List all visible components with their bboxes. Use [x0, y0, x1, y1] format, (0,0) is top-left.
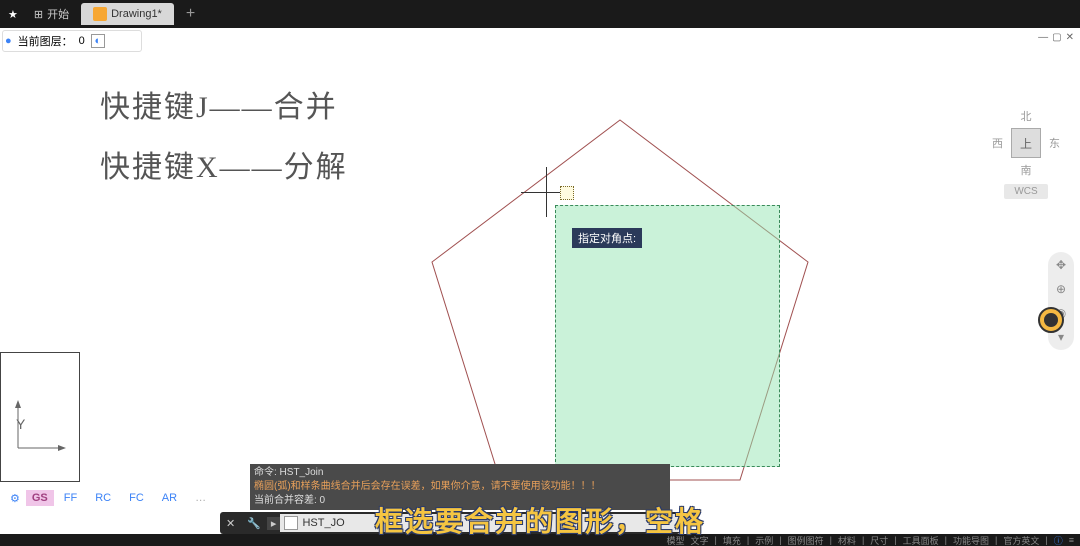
view-cube[interactable]: 北 西 上 东 南 WCS	[992, 108, 1060, 199]
cmd-expand-icon[interactable]: ▸	[267, 517, 281, 530]
pan-icon[interactable]: ✥	[1056, 258, 1066, 272]
pick-cursor-icon	[560, 186, 574, 200]
status-item-3[interactable]: 图例图符	[788, 534, 824, 546]
tab-ff[interactable]: FF	[56, 490, 85, 506]
status-item-8[interactable]: 官方英文	[1003, 534, 1039, 546]
cmd-dropdown-icon[interactable]	[284, 516, 298, 530]
menu-icon[interactable]: ≡	[1069, 535, 1074, 545]
layout-tabs: ⚙ GS FF RC FC AR …	[0, 486, 214, 510]
annotation-line-1: 快捷键J——合并	[100, 82, 338, 126]
tab-more[interactable]: …	[187, 490, 214, 506]
tab-fc[interactable]: FC	[121, 490, 152, 506]
tab-label: Drawing1*	[111, 8, 162, 20]
layer-label: 当前图层：	[18, 33, 73, 49]
tab-rc[interactable]: RC	[87, 490, 119, 506]
close-icon[interactable]: ✕	[1066, 32, 1074, 43]
wcs-label[interactable]: WCS	[1004, 184, 1047, 199]
tab-gs[interactable]: GS	[26, 490, 54, 506]
navcube-top[interactable]: 上	[1011, 128, 1041, 158]
status-item-1[interactable]: 填充	[723, 534, 741, 546]
sync-badge[interactable]	[1038, 307, 1064, 333]
drawing-canvas[interactable]: 快捷键J——合并 快捷键X——分解 指定对角点: Y 北 西 上 东 南 WCS…	[0, 52, 1080, 510]
start-menu[interactable]: ⊞ 开始	[26, 6, 77, 22]
maximize-icon[interactable]: ▢	[1052, 32, 1061, 43]
bulb-icon: ●	[5, 35, 12, 47]
nav-more-icon[interactable]: ▾	[1058, 330, 1064, 344]
navcube-north[interactable]: 北	[992, 108, 1060, 124]
doc-icon	[93, 7, 107, 21]
navcube-west[interactable]: 西	[992, 135, 1003, 151]
tab-ar[interactable]: AR	[154, 490, 185, 506]
zoom-icon[interactable]: ⊕	[1056, 282, 1066, 296]
document-tab[interactable]: Drawing1*	[81, 3, 174, 25]
status-item-2[interactable]: 示例	[755, 534, 773, 546]
status-item-4[interactable]: 材料	[838, 534, 856, 546]
gear-icon[interactable]: ⚙	[6, 492, 24, 505]
windows-icon: ⊞	[34, 8, 43, 21]
ucs-axes-icon	[10, 398, 70, 458]
window-controls: — ▢ ✕	[1038, 32, 1074, 43]
navigation-bar[interactable]: ✥ ⊕ ◉ ▾	[1048, 252, 1074, 350]
annotation-line-2: 快捷键X——分解	[100, 142, 348, 186]
video-subtitle: 框选要合并的图形，空格	[375, 500, 705, 540]
status-item-6[interactable]: 工具面板	[903, 534, 939, 546]
cmd-line-1: 命令: HST_Join	[254, 466, 666, 480]
navcube-east[interactable]: 东	[1049, 135, 1060, 151]
minimize-icon[interactable]: —	[1038, 32, 1048, 43]
status-item-5[interactable]: 尺寸	[870, 534, 888, 546]
favorite-icon[interactable]: ★	[0, 8, 26, 21]
title-bar: ★ ⊞ 开始 Drawing1* +	[0, 0, 1080, 28]
navcube-south[interactable]: 南	[992, 162, 1060, 178]
layer-value: 0	[79, 35, 85, 47]
command-tooltip: 指定对角点:	[572, 228, 642, 248]
new-tab-button[interactable]: +	[174, 5, 207, 23]
cmd-line-2: 椭圆(弧)和样条曲线合并后会存在误差，如果你介意，请不要使用该功能！！！	[254, 480, 666, 494]
cmd-close-icon[interactable]: ✕	[220, 517, 241, 530]
cmd-text: HST_JO	[302, 517, 344, 529]
layer-control[interactable]: ● 当前图层： 0 ◐	[2, 30, 142, 52]
status-item-7[interactable]: 功能导图	[953, 534, 989, 546]
cmd-config-icon[interactable]: 🔧	[241, 517, 267, 530]
info-icon[interactable]: ⓘ	[1054, 534, 1063, 546]
start-label: 开始	[47, 6, 69, 22]
layer-swatch-icon[interactable]: ◐	[91, 34, 105, 48]
